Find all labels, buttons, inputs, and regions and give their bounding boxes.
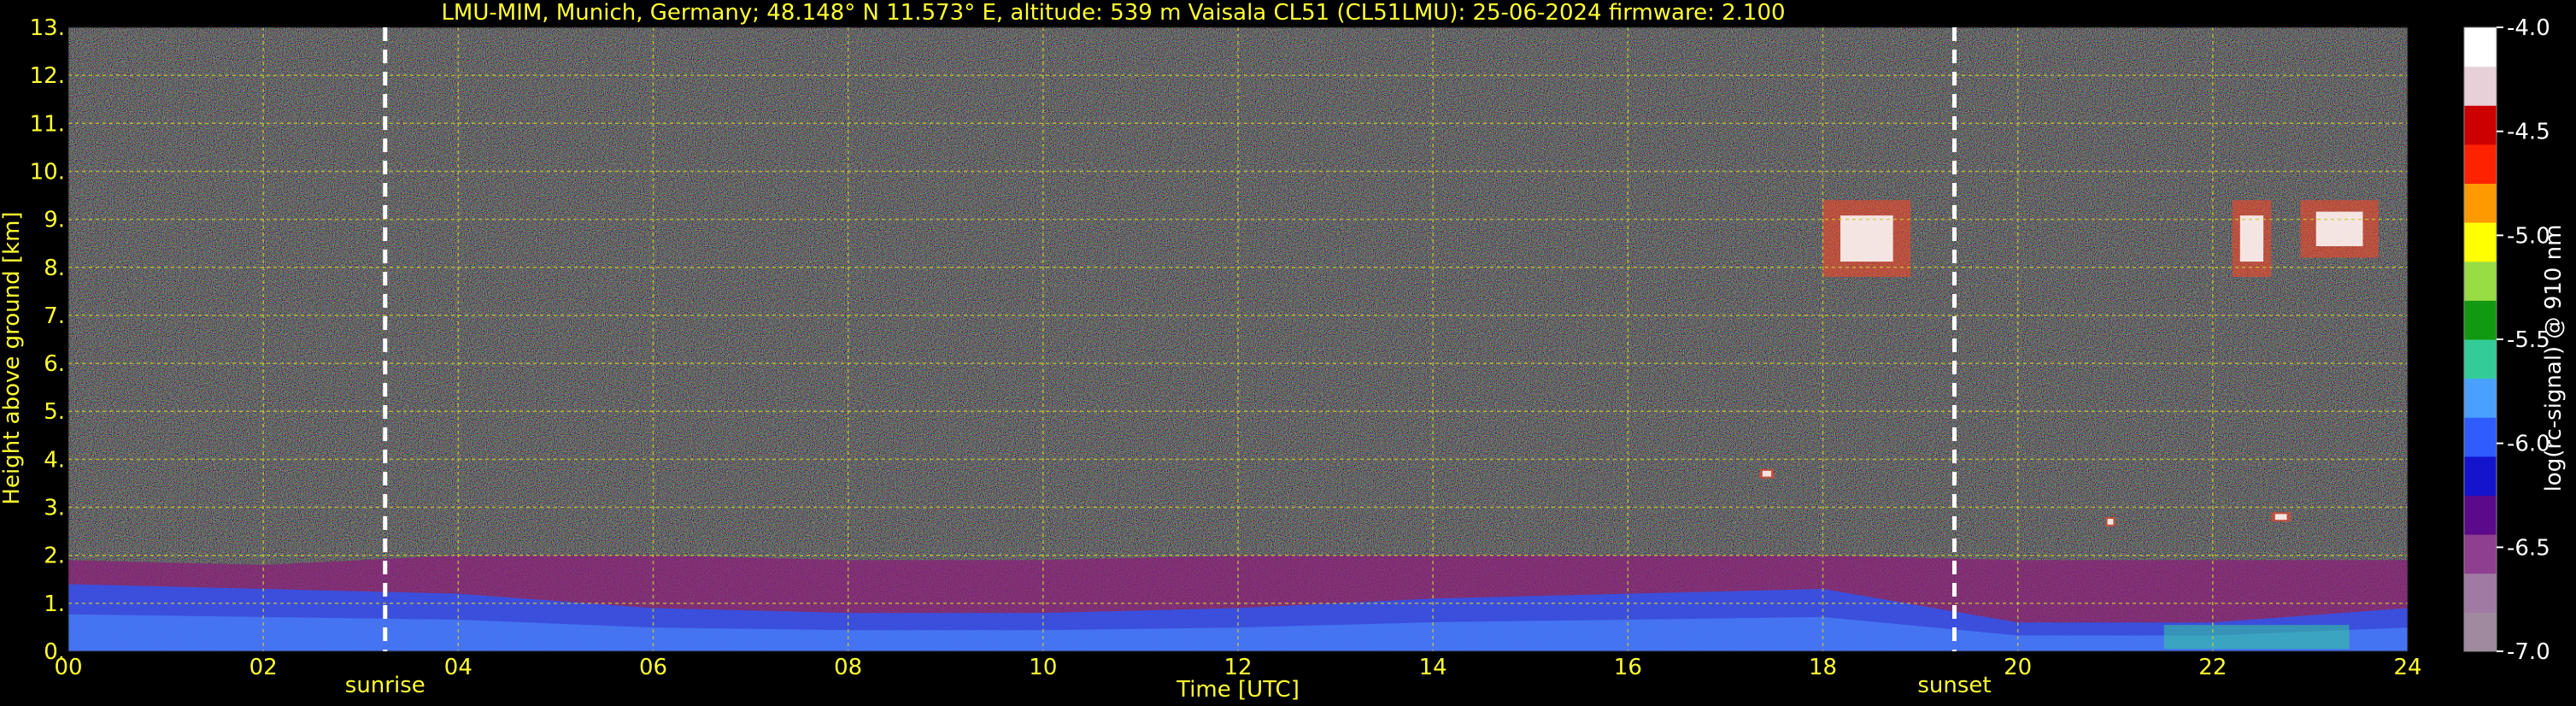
colorbar-segment bbox=[2464, 495, 2497, 535]
colorbar-segment bbox=[2464, 183, 2497, 223]
x-tick-label: 10 bbox=[1029, 655, 1057, 680]
y-tick-label: 2. bbox=[44, 544, 65, 569]
y-tick-label: 5. bbox=[44, 399, 65, 425]
y-tick-label: 10. bbox=[30, 159, 65, 185]
y-tick-label: 4. bbox=[44, 447, 65, 473]
colorbar-label: log(rc-signal) @ 910 nm bbox=[2541, 225, 2567, 492]
x-tick-label: 16 bbox=[1614, 655, 1642, 680]
y-tick-label: 8. bbox=[44, 256, 65, 281]
colorbar-segment bbox=[2464, 300, 2497, 340]
colorbar-segment bbox=[2464, 105, 2497, 145]
y-tick-label: 6. bbox=[44, 351, 65, 377]
x-tick-label: 12 bbox=[1223, 655, 1252, 680]
y-tick-label: 9. bbox=[44, 208, 65, 233]
cloud bbox=[2105, 516, 2115, 527]
y-tick-labels: 0. 1. 2. 3. 4. 5. 6. 7. 8. 9. 10. 11. 12. 13. bbox=[30, 15, 65, 665]
cloud bbox=[2300, 200, 2379, 258]
y-tick-label: 1. bbox=[44, 591, 65, 617]
colorbar-segment bbox=[2464, 417, 2497, 457]
plot-area bbox=[67, 26, 2409, 652]
time-markers: sunrise sunset bbox=[345, 673, 1992, 698]
colorbar-segment bbox=[2464, 144, 2497, 184]
colorbar-segment bbox=[2464, 534, 2497, 574]
x-tick-label: 18 bbox=[1809, 655, 1837, 680]
colorbar-segment bbox=[2464, 456, 2497, 496]
x-tick-label: 22 bbox=[2198, 655, 2227, 680]
cloud bbox=[2271, 512, 2291, 522]
x-tick-label: 02 bbox=[249, 655, 278, 680]
cloud bbox=[1759, 468, 1775, 479]
colorbar-segment bbox=[2464, 261, 2497, 301]
colorbar-segment bbox=[2464, 222, 2497, 262]
colorbar-tick-label: -4.5 bbox=[2507, 120, 2550, 145]
marker-label-sunset: sunset bbox=[1917, 673, 1991, 698]
cloud bbox=[1822, 200, 1911, 277]
y-tick-label: 0. bbox=[44, 639, 65, 665]
y-axis-label: Height above ground [km] bbox=[0, 211, 25, 504]
colorbar-segment bbox=[2464, 66, 2497, 106]
y-tick-label: 11. bbox=[30, 111, 65, 137]
x-tick-label: 06 bbox=[639, 655, 667, 680]
x-axis-label: Time [UTC] bbox=[1176, 677, 1300, 703]
marker-label-sunrise: sunrise bbox=[345, 673, 425, 698]
near-surface-enhancement bbox=[2163, 625, 2350, 650]
x-tick-label: 04 bbox=[444, 655, 472, 680]
x-tick-label: 14 bbox=[1419, 655, 1447, 680]
y-tick-label: 12. bbox=[30, 63, 65, 89]
colorbar-segment bbox=[2464, 378, 2497, 418]
y-tick-label: 13. bbox=[30, 15, 65, 41]
colorbar-segment bbox=[2464, 27, 2497, 68]
colorbar-segment bbox=[2464, 573, 2497, 613]
x-tick-label: 24 bbox=[2393, 655, 2421, 680]
y-tick-label: 7. bbox=[44, 303, 65, 329]
colorbar-segment bbox=[2464, 612, 2497, 652]
colorbar-segment bbox=[2464, 339, 2497, 379]
colorbar: -4.0-4.5-5.0-5.5-6.0-6.5-7.0 bbox=[2463, 15, 2550, 665]
chart-title: LMU-MIM, Munich, Germany; 48.148° N 11.5… bbox=[441, 0, 1785, 26]
cloud bbox=[2232, 200, 2272, 277]
colorbar-tick-label: -6.5 bbox=[2507, 535, 2550, 561]
colorbar-tick-label: -7.0 bbox=[2507, 639, 2550, 665]
ceilometer-chart: LMU-MIM, Munich, Germany; 48.148° N 11.5… bbox=[0, 0, 2567, 703]
x-tick-label: 08 bbox=[834, 655, 862, 680]
y-tick-label: 3. bbox=[44, 496, 65, 521]
x-tick-label: 20 bbox=[2004, 655, 2032, 680]
colorbar-tick-label: -4.0 bbox=[2507, 15, 2550, 41]
